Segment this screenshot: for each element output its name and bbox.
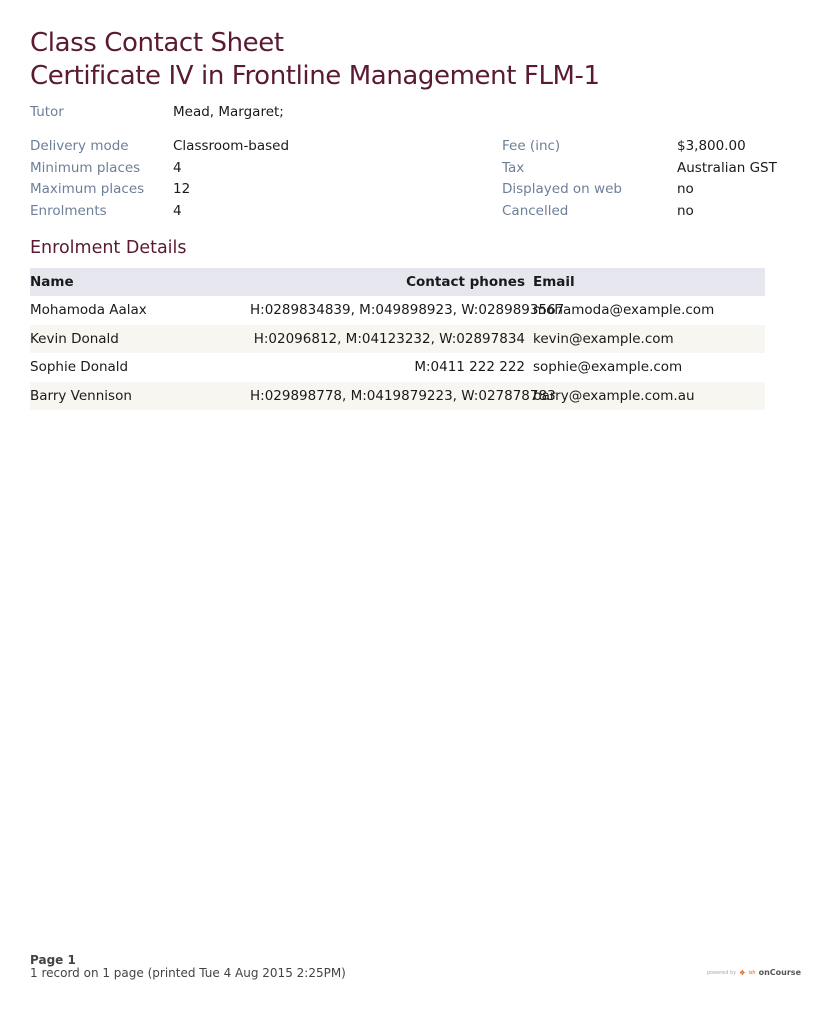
student-email: mohamoda@example.com [533,302,715,319]
student-phones: M:0411 222 222 [414,359,525,376]
powered-by-text: powered by [706,969,737,976]
fee-label: Fee (inc) [502,138,561,154]
oncourse-brand: onCourse [758,968,801,977]
table-row: Mohamoda Aalax H:0289834839, M:049898923… [30,296,765,325]
table-row: Kevin Donald H:02096812, M:04123232, W:0… [30,324,765,353]
maximum-places-value: 12 [173,181,191,197]
powered-by-badge: powered by ❖ ish onCourse [707,968,801,977]
ish-logo-icon: ❖ [739,968,746,977]
tutor-value: Mead, Margaret; [173,104,284,120]
ish-logo-text: ish [748,969,756,976]
student-phones: H:0289834839, M:049898923, W:0289893567 [250,302,565,319]
enrolment-details-heading: Enrolment Details [30,238,187,258]
displayed-on-web-value: no [677,181,694,197]
cancelled-label: Cancelled [502,203,569,219]
student-email: kevin@example.com [533,324,765,353]
student-phones: H:029898778, M:0419879223, W:027878783 [250,381,556,410]
page-number: Page 1 [30,953,76,967]
table-header-row: Name Contact phones Email [30,268,765,296]
tutor-label: Tutor [30,104,64,120]
student-email: sophie@example.com [533,359,683,376]
print-summary: 1 record on 1 page (printed Tue 4 Aug 20… [30,966,346,980]
delivery-mode-value: Classroom-based [173,138,290,154]
page-title: Class Contact Sheet [30,28,284,58]
tax-value: Australian GST [677,160,777,176]
tax-label: Tax [502,160,525,176]
enrolments-label: Enrolments [30,203,107,219]
student-name: Kevin Donald [30,324,250,353]
displayed-on-web-label: Displayed on web [502,181,622,197]
fee-value: $3,800.00 [677,138,746,154]
column-header-contact-phones: Contact phones [250,268,533,296]
student-name: Barry Vennison [30,381,250,410]
column-header-email: Email [533,268,765,296]
minimum-places-value: 4 [173,160,182,176]
column-header-name: Name [30,268,250,296]
student-name: Mohamoda Aalax [30,302,147,319]
enrolments-value: 4 [173,203,182,219]
enrolment-table: Name Contact phones Email Mohamoda Aalax… [30,268,765,410]
student-email: barry@example.com.au [533,381,765,410]
table-row: Sophie Donald M:0411 222 222 sophie@exam… [30,353,765,382]
table-row: Barry Vennison H:029898778, M:0419879223… [30,381,765,410]
student-name: Sophie Donald [30,359,129,376]
student-phones: H:02096812, M:04123232, W:02897834 [250,324,533,353]
maximum-places-label: Maximum places [30,181,145,197]
minimum-places-label: Minimum places [30,160,141,176]
cancelled-value: no [677,203,694,219]
course-title: Certificate IV in Frontline Management F… [30,61,600,91]
delivery-mode-label: Delivery mode [30,138,129,154]
